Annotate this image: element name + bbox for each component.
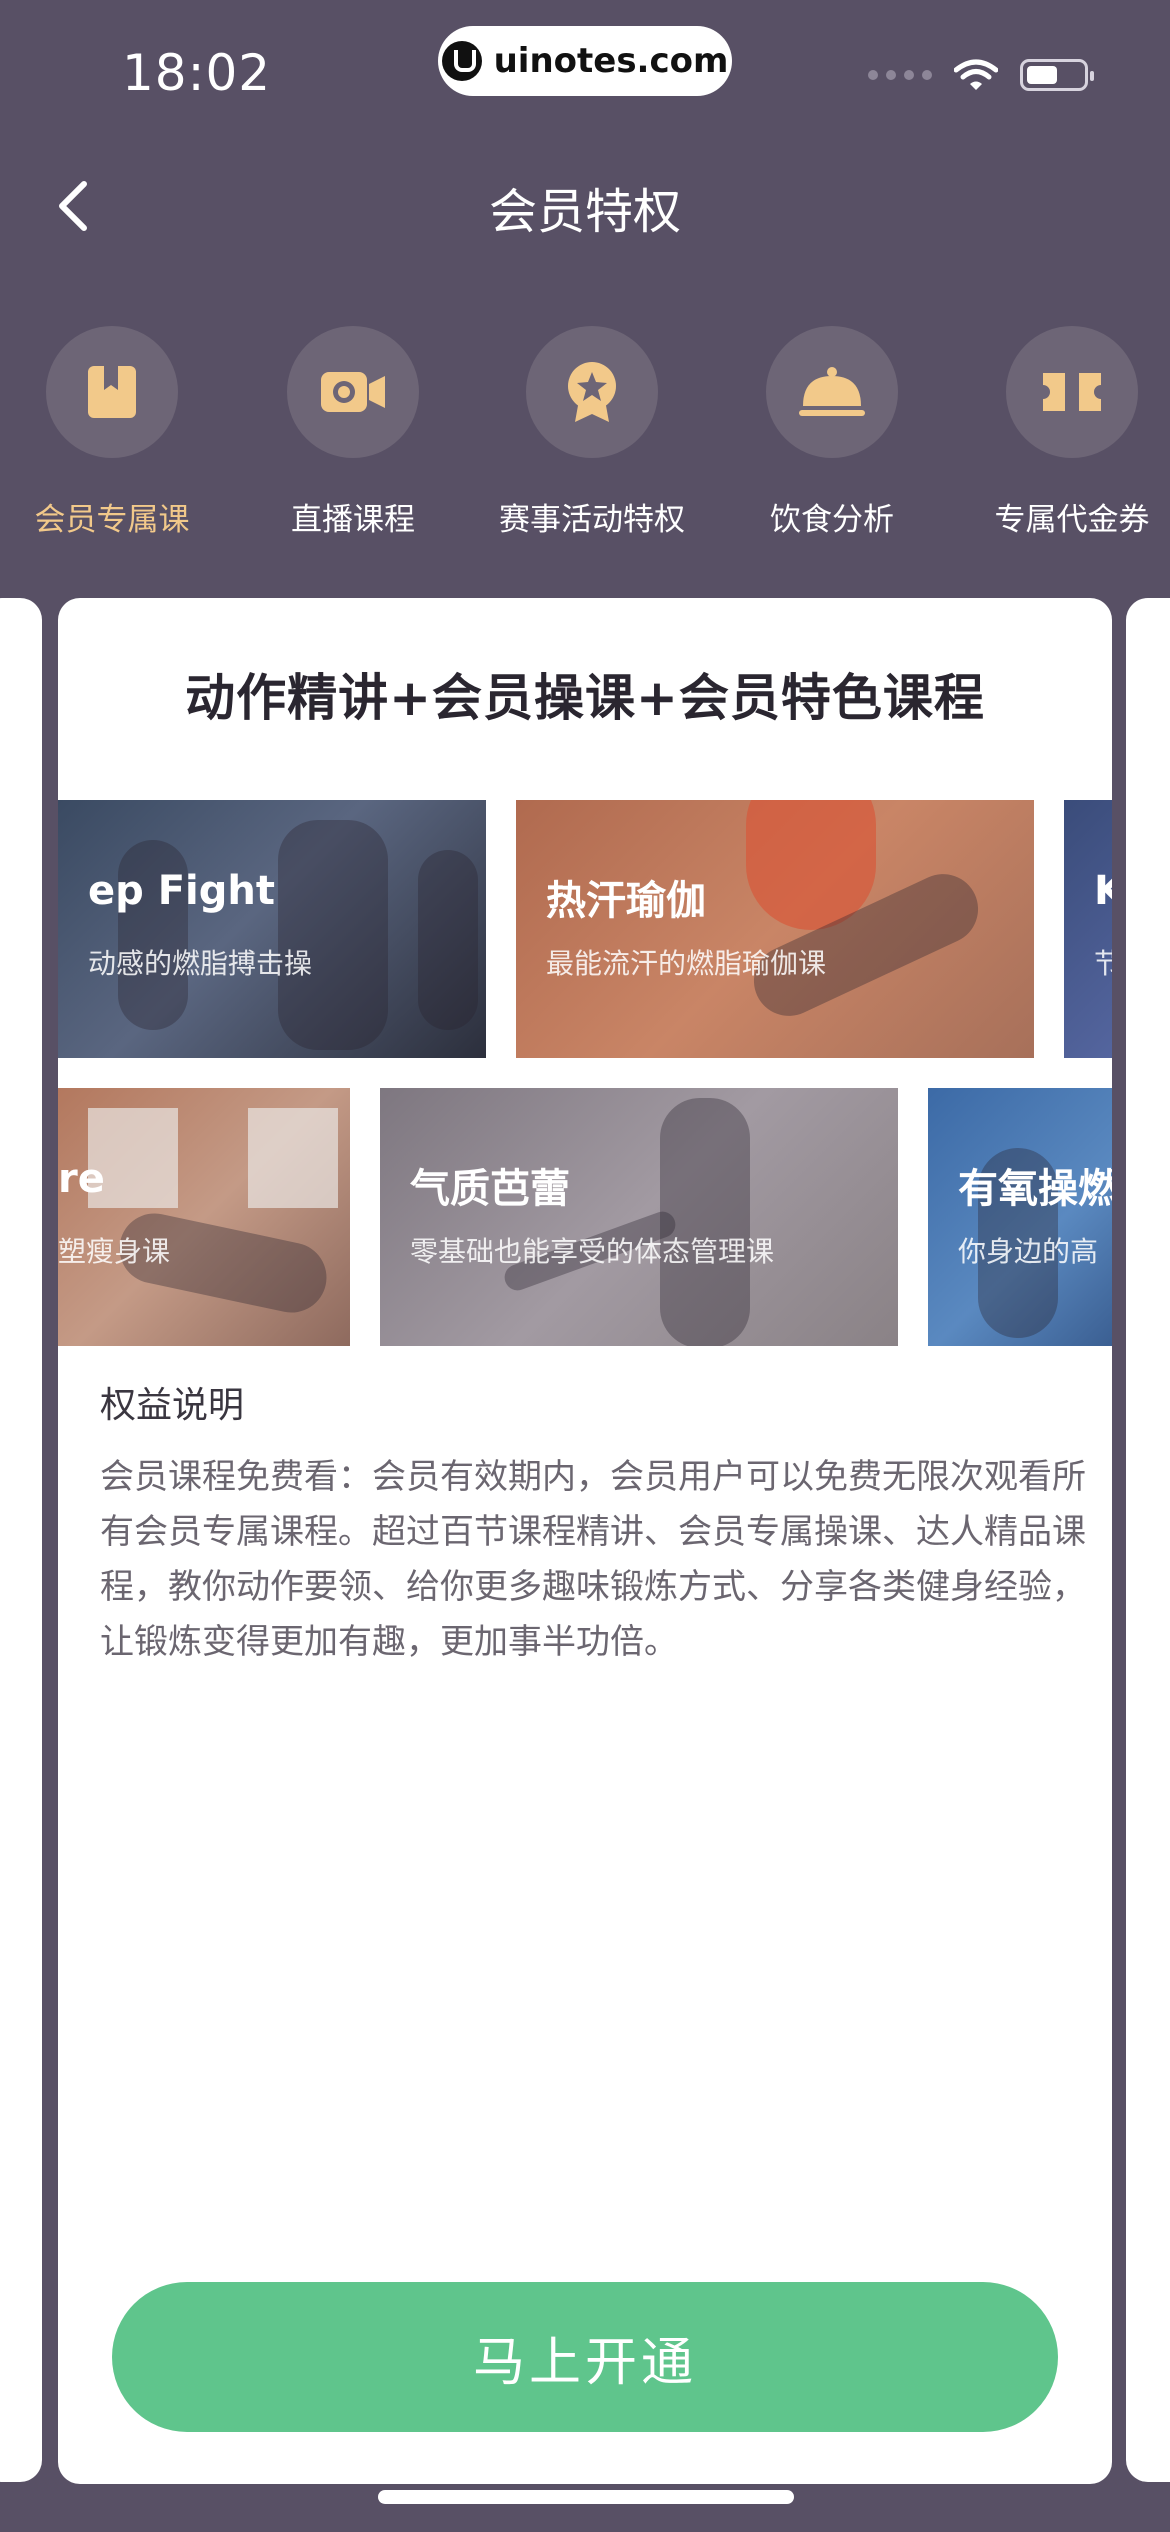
course-subtitle: 节 [1094,947,1112,980]
course-thumb-aerobics[interactable]: 有氧操燃 你身边的高 [928,1088,1112,1346]
tab-event-privilege[interactable]: 赛事活动特权 [482,326,702,539]
course-title: K [1094,868,1112,914]
course-thumb-ballet[interactable]: 气质芭蕾 零基础也能享受的体态管理课 [380,1088,898,1346]
site-logo-icon [441,41,482,81]
url-text: uinotes.com [493,41,729,81]
video-camera-icon [321,372,385,412]
page-title: 会员特权 [488,184,681,240]
bookmark-book-icon [88,366,136,418]
course-thumb-partial[interactable]: K 节 [1064,800,1112,1058]
url-badge: uinotes.com [438,26,732,96]
privilege-card: 动作精讲+会员操课+会员特色课程 ep Fight 动感的燃脂搏击操 热汗瑜伽 … [58,598,1112,2484]
battery-icon [1020,59,1094,91]
signal-dots-icon [868,70,932,80]
benefit-description: 会员课程免费看：会员有效期内，会员用户可以免费无限次观看所有会员专属课程。超过百… [100,1457,1086,1662]
tab-label: 专属代金券 [994,502,1150,538]
carousel-next-card[interactable] [1126,598,1170,2482]
course-thumb-barre[interactable]: re 塑瘦身课 [58,1088,350,1346]
course-subtitle: 你身边的高 [958,1235,1099,1268]
tab-exclusive-coupon[interactable]: 专属代金券 [962,326,1170,539]
tab-label: 会员专属课 [34,502,190,538]
course-title: 气质芭蕾 [410,1166,570,1212]
card-title: 动作精讲+会员操课+会员特色课程 [185,669,985,727]
course-title: 有氧操燃 [958,1166,1112,1212]
course-title: 热汗瑜伽 [546,878,706,924]
tab-diet-analysis[interactable]: 饮食分析 [722,326,942,539]
tab-live-course[interactable]: 直播课程 [243,326,463,539]
medal-badge-icon [568,362,616,422]
tab-member-course[interactable]: 会员专属课 [2,326,222,539]
status-time: 18:02 [122,44,272,102]
wifi-icon [954,59,998,90]
course-subtitle: 最能流汗的燃脂瑜伽课 [546,947,827,980]
carousel-prev-card[interactable] [0,598,42,2482]
tab-label: 直播课程 [291,502,415,538]
course-thumb-hot-yoga[interactable]: 热汗瑜伽 最能流汗的燃脂瑜伽课 [516,800,1034,1058]
course-title: re [58,1156,105,1202]
status-indicators [868,58,1094,92]
course-subtitle: 塑瘦身课 [58,1235,171,1268]
home-indicator[interactable] [378,2490,794,2504]
tab-label: 赛事活动特权 [499,502,685,538]
course-subtitle: 零基础也能享受的体态管理课 [410,1235,775,1268]
benefit-label: 权益说明 [100,1385,245,1426]
ticket-coupon-icon [1043,373,1101,411]
tab-label: 饮食分析 [770,502,894,538]
course-thumb-step-fight[interactable]: ep Fight 动感的燃脂搏击操 [58,800,486,1058]
activate-now-button[interactable]: 马上开通 [112,2282,1058,2432]
course-subtitle: 动感的燃脂搏击操 [88,947,313,980]
food-cloche-icon [799,367,865,416]
course-title: ep Fight [88,868,275,914]
